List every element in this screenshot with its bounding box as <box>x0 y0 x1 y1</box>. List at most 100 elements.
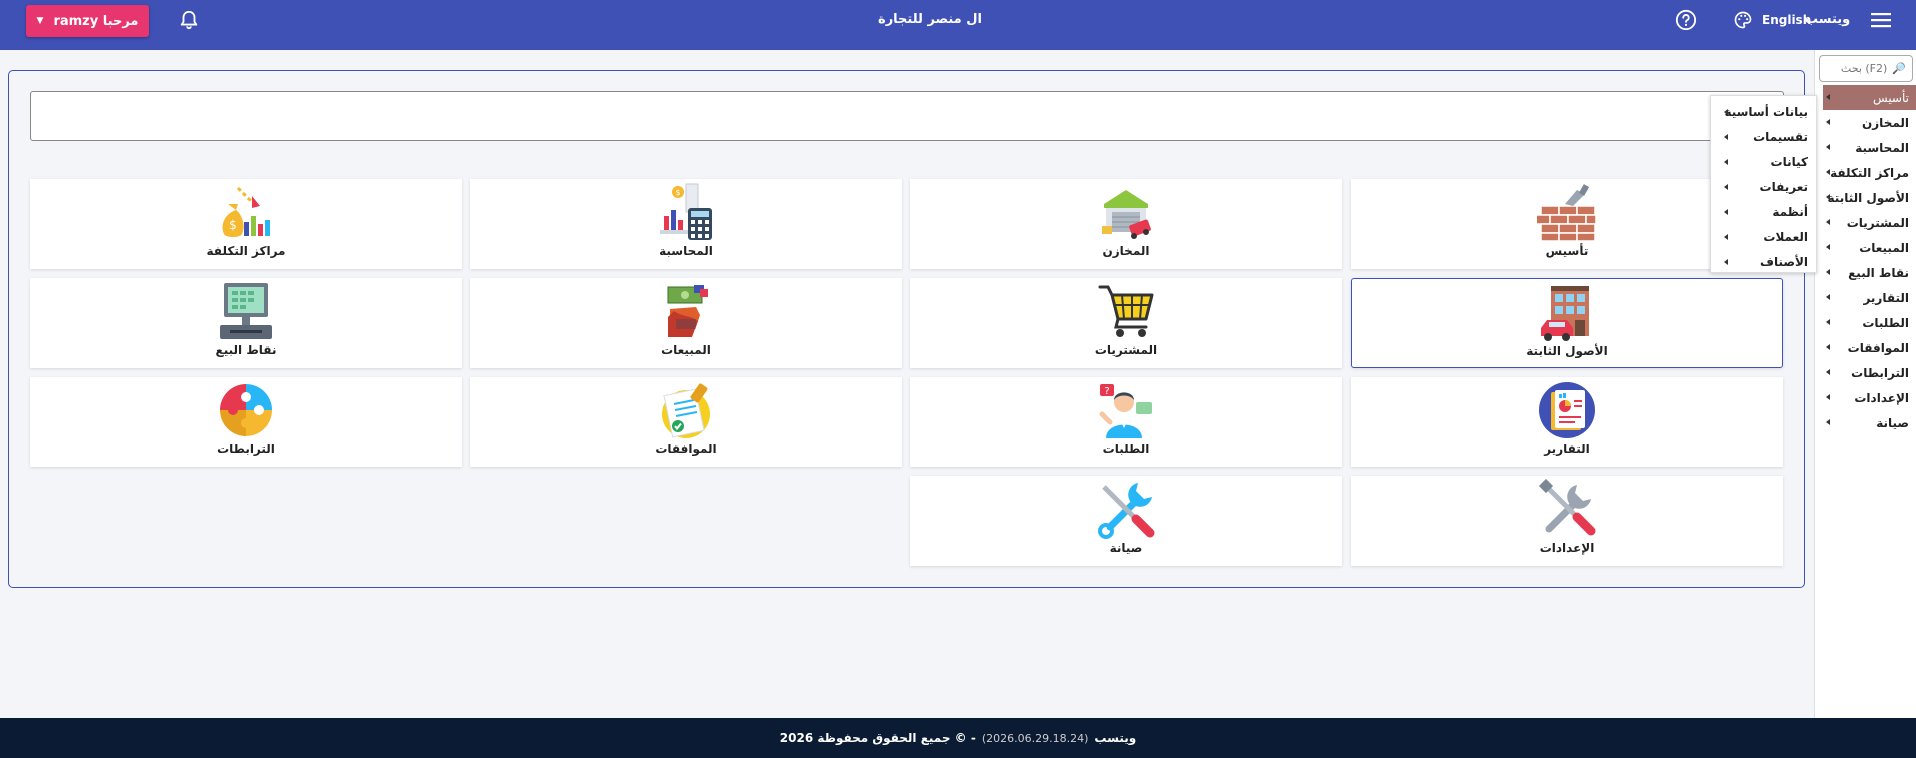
tile-label: تأسيس <box>1545 244 1589 258</box>
main-search-field[interactable] <box>30 91 1784 141</box>
caret-left-icon <box>1826 294 1830 300</box>
caret-left-icon <box>1724 109 1728 115</box>
tile-warehouses[interactable]: المخازن <box>910 179 1342 269</box>
tile-label: الموافقات <box>655 442 717 456</box>
help-icon[interactable] <box>1675 9 1697 31</box>
sidebar-item-purchases[interactable]: المشتريات <box>1823 210 1916 235</box>
caret-left-icon <box>1724 259 1728 265</box>
caret-left-icon <box>1826 219 1830 225</box>
sidebar-item-approvals[interactable]: الموافقات <box>1823 335 1916 360</box>
search-icon: 🔎 <box>1892 62 1906 75</box>
footer-brand: ويتسب <box>1094 731 1137 745</box>
footer-copyright: - © جميع الحقوق محفوظة 2026 <box>779 731 976 745</box>
submenu-item-basic-data[interactable]: بيانات أساسية <box>1711 99 1816 124</box>
tile-purchases[interactable]: المشتريات <box>910 278 1342 368</box>
svg-text:$: $ <box>675 188 680 197</box>
requests-person-icon: ? <box>1099 384 1152 438</box>
submenu-item-label: بيانات أساسية <box>1724 104 1808 119</box>
sidebar-item-label: المشتريات <box>1846 215 1909 230</box>
pos-terminal-icon <box>220 283 272 339</box>
tile-label: الترابطات <box>217 442 275 456</box>
caret-left-icon <box>1826 394 1830 400</box>
maintenance-tools-icon <box>1098 483 1155 539</box>
shopping-cart-icon <box>1098 285 1154 337</box>
tile-label: المخازن <box>1102 244 1150 258</box>
bell-icon[interactable] <box>178 9 200 31</box>
tile-label: المبيعات <box>661 343 711 357</box>
tile-reports[interactable]: التقارير <box>1351 377 1783 467</box>
setup-submenu: بيانات أساسية تقسيمات كيانات تعريفات أنظ… <box>1710 95 1817 273</box>
submenu-item-systems[interactable]: أنظمة <box>1711 199 1816 224</box>
sidebar-item-requests[interactable]: الطلبات <box>1823 310 1916 335</box>
submenu-item-definitions[interactable]: تعريفات <box>1711 174 1816 199</box>
tile-sales[interactable]: المبيعات <box>470 278 902 368</box>
money-bag-chart-icon: $ <box>222 186 270 237</box>
user-menu-button[interactable]: ▼ مرحبا ramzy <box>26 5 149 37</box>
caret-left-icon <box>1826 319 1830 325</box>
sidebar-item-label: المحاسبة <box>1855 140 1909 155</box>
tools-icon <box>1538 479 1596 536</box>
warehouse-icon <box>1102 190 1151 239</box>
caret-left-icon <box>1826 269 1830 275</box>
sidebar-item-sales[interactable]: المبيعات <box>1823 235 1916 260</box>
tile-label: المشتريات <box>1094 343 1158 357</box>
sidebar-item-label: مراكز التكلفة <box>1830 165 1909 180</box>
submenu-item-currencies[interactable]: العملات <box>1711 224 1816 249</box>
footer: - © جميع الحقوق محفوظة 2026 (2026.06.29.… <box>0 718 1916 758</box>
sidebar-item-settings[interactable]: الإعدادات <box>1823 385 1916 410</box>
submenu-item-label: الأصناف <box>1760 254 1808 269</box>
tile-accounting[interactable]: $ المحاسبة <box>470 179 902 269</box>
submenu-item-items[interactable]: الأصناف <box>1711 249 1816 274</box>
tile-label: مراكز التكلفة <box>206 244 286 258</box>
sidebar-item-pos[interactable]: نقاط البيع <box>1823 260 1916 285</box>
sidebar-item-label: الطلبات <box>1862 315 1909 330</box>
caret-left-icon <box>1826 419 1830 425</box>
sidebar-item-label: تأسيس <box>1873 90 1909 105</box>
submenu-item-label: كيانات <box>1770 154 1808 169</box>
sidebar-item-label: الموافقات <box>1847 340 1909 355</box>
sidebar-item-label: صيانة <box>1876 415 1909 430</box>
tile-label: الطلبات <box>1102 442 1150 456</box>
accounting-icon: $ <box>660 183 712 240</box>
sidebar-item-fixed-assets[interactable]: الأصول الثابتة <box>1823 185 1916 210</box>
caret-left-icon <box>1826 194 1830 200</box>
tile-settings[interactable]: الإعدادات <box>1351 476 1783 566</box>
sidebar-item-warehouses[interactable]: المخازن <box>1823 110 1916 135</box>
tile-pos[interactable]: نقاط البيع <box>30 278 462 368</box>
submenu-item-divisions[interactable]: تقسيمات <box>1711 124 1816 149</box>
sidebar-item-cost-centers[interactable]: مراكز التكلفة <box>1823 160 1916 185</box>
tile-fixed-assets[interactable]: الأصول الثابتة <box>1351 278 1783 368</box>
sidebar-search-input[interactable]: بحث (F2) 🔎 <box>1819 55 1913 82</box>
tile-integrations[interactable]: الترابطات <box>30 377 462 467</box>
sidebar-item-accounting[interactable]: المحاسبة <box>1823 135 1916 160</box>
tile-maintenance[interactable]: صيانة <box>910 476 1342 566</box>
approvals-stamp-icon <box>662 383 710 438</box>
sidebar-item-integrations[interactable]: الترابطات <box>1823 360 1916 385</box>
language-switch[interactable]: English <box>1762 0 1811 40</box>
sidebar-item-setup[interactable]: تأسيس <box>1823 85 1916 110</box>
brand-name: ويتسب <box>1805 12 1851 27</box>
menu-icon[interactable] <box>1870 11 1892 29</box>
svg-text:?: ? <box>1104 386 1109 397</box>
caret-left-icon <box>1826 169 1830 175</box>
sales-cash-icon <box>667 285 708 337</box>
greeting-label: مرحبا ramzy <box>53 13 139 29</box>
sidebar-item-label: المبيعات <box>1859 240 1909 255</box>
caret-left-icon <box>1724 134 1728 140</box>
tile-label: الأصول الثابتة <box>1526 344 1608 358</box>
sidebar-item-maintenance[interactable]: صيانة <box>1823 410 1916 435</box>
tile-requests[interactable]: ? الطلبات <box>910 377 1342 467</box>
tile-cost-centers[interactable]: $ مراكز التكلفة <box>30 179 462 269</box>
search-placeholder: بحث (F2) <box>1840 62 1888 75</box>
tile-approvals[interactable]: الموافقات <box>470 377 902 467</box>
sidebar-item-reports[interactable]: التقارير <box>1823 285 1916 310</box>
sidebar-item-label: الترابطات <box>1851 365 1909 380</box>
caret-left-icon <box>1826 94 1830 100</box>
brick-wall-icon <box>1537 184 1597 242</box>
palette-icon[interactable] <box>1733 10 1753 30</box>
caret-left-icon <box>1826 119 1830 125</box>
submenu-item-entities[interactable]: كيانات <box>1711 149 1816 174</box>
caret-left-icon <box>1724 184 1728 190</box>
tile-label: الإعدادات <box>1539 541 1595 555</box>
caret-left-icon <box>1826 144 1830 150</box>
